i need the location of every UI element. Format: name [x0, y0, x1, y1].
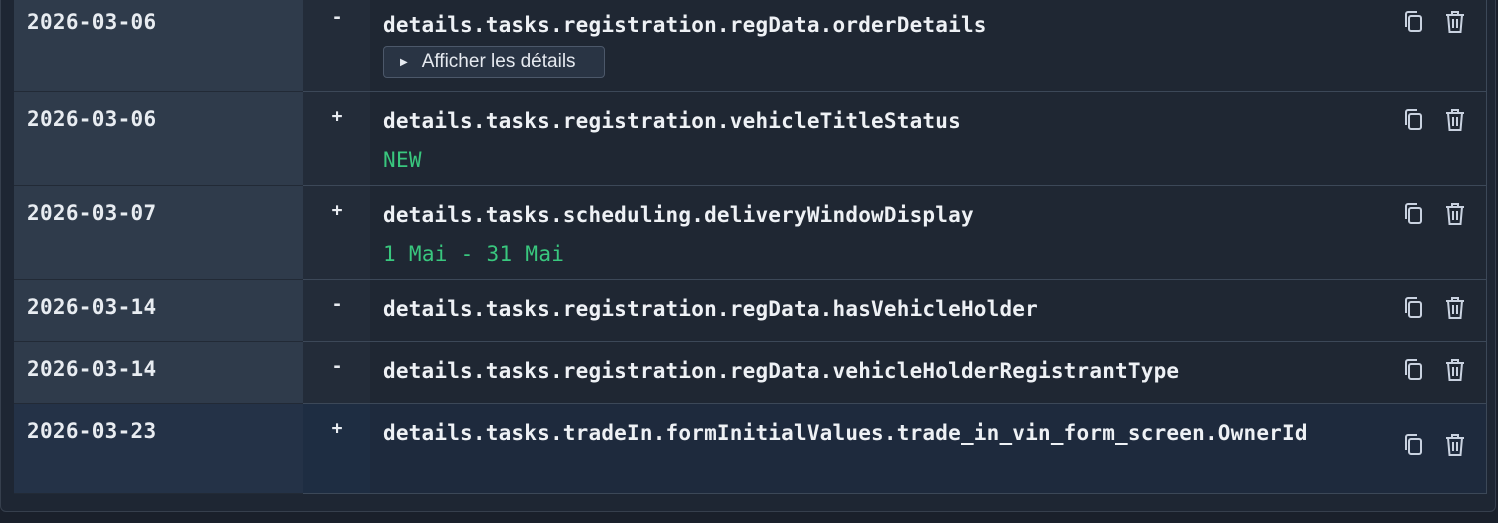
change-sign-cell: + — [303, 404, 371, 494]
key-path: details.tasks.scheduling.deliveryWindowD… — [383, 203, 974, 227]
copy-icon[interactable] — [1402, 201, 1428, 227]
date-cell: 2026-03-14 — [14, 280, 304, 342]
key-path: details.tasks.registration.regData.vehic… — [383, 359, 1180, 383]
row-actions — [1402, 357, 1468, 383]
date-text: 2026-03-06 — [27, 10, 157, 34]
table-row: 2026-03-14 - details.tasks.registration.… — [14, 342, 1487, 404]
trash-icon[interactable] — [1443, 201, 1469, 227]
new-value: 1 Mai - 31 Mai — [383, 242, 565, 266]
change-sign: + — [331, 106, 343, 127]
show-details-button[interactable]: ▶ Afficher les détails — [383, 46, 605, 78]
copy-icon[interactable] — [1402, 357, 1428, 383]
key-cell: details.tasks.registration.regData.hasVe… — [370, 280, 1487, 342]
key-path: details.tasks.registration.regData.hasVe… — [383, 297, 1038, 321]
trash-icon[interactable] — [1443, 107, 1469, 133]
table-row: 2026-03-23 + details.tasks.tradeIn.formI… — [14, 404, 1487, 494]
table-row: 2026-03-06 - details.tasks.registration.… — [14, 0, 1487, 92]
trash-icon[interactable] — [1443, 432, 1469, 458]
table-row: 2026-03-06 + details.tasks.registration.… — [14, 92, 1487, 186]
copy-icon[interactable] — [1402, 9, 1428, 35]
change-sign-cell: - — [303, 342, 371, 404]
date-cell: 2026-03-07 — [14, 186, 304, 280]
table-row: 2026-03-14 - details.tasks.registration.… — [14, 280, 1487, 342]
change-sign-cell: + — [303, 92, 371, 186]
key-cell: details.tasks.registration.vehicleTitleS… — [370, 92, 1487, 186]
date-cell: 2026-03-06 — [14, 92, 304, 186]
disclosure-triangle-icon: ▶ — [400, 56, 408, 68]
key-cell: details.tasks.registration.regData.vehic… — [370, 342, 1487, 404]
date-cell: 2026-03-23 — [14, 404, 304, 494]
copy-icon[interactable] — [1402, 107, 1428, 133]
copy-icon[interactable] — [1402, 432, 1428, 458]
trash-icon[interactable] — [1443, 9, 1469, 35]
date-text: 2026-03-14 — [27, 357, 157, 381]
date-text: 2026-03-14 — [27, 295, 157, 319]
row-actions — [1402, 9, 1468, 35]
changes-panel: 2026-03-06 - details.tasks.registration.… — [0, 0, 1496, 512]
change-sign: + — [331, 200, 343, 221]
date-text: 2026-03-23 — [27, 419, 157, 443]
row-actions — [1402, 295, 1468, 321]
row-actions — [1402, 201, 1468, 227]
show-details-label: Afficher les détails — [421, 51, 576, 72]
table-row: 2026-03-07 + details.tasks.scheduling.de… — [14, 186, 1487, 280]
new-value: NEW — [383, 148, 422, 172]
change-sign: - — [331, 356, 343, 377]
change-sign: - — [331, 294, 343, 315]
copy-icon[interactable] — [1402, 295, 1428, 321]
row-actions — [1402, 107, 1468, 133]
change-sign-cell: - — [303, 0, 371, 92]
key-path: details.tasks.registration.regData.order… — [383, 13, 987, 37]
change-sign-cell: - — [303, 280, 371, 342]
key-path: details.tasks.registration.vehicleTitleS… — [383, 109, 961, 133]
date-cell: 2026-03-06 — [14, 0, 304, 92]
trash-icon[interactable] — [1443, 357, 1469, 383]
change-sign-cell: + — [303, 186, 371, 280]
key-cell: details.tasks.registration.regData.order… — [370, 0, 1487, 92]
key-cell: details.tasks.scheduling.deliveryWindowD… — [370, 186, 1487, 280]
date-text: 2026-03-07 — [27, 201, 157, 225]
change-sign: - — [331, 7, 343, 28]
key-path: details.tasks.tradeIn.formInitialValues.… — [383, 421, 1308, 445]
date-cell: 2026-03-14 — [14, 342, 304, 404]
change-sign: + — [331, 418, 343, 439]
date-text: 2026-03-06 — [27, 107, 157, 131]
trash-icon[interactable] — [1443, 295, 1469, 321]
key-cell: details.tasks.tradeIn.formInitialValues.… — [370, 404, 1487, 494]
row-actions — [1402, 432, 1468, 458]
